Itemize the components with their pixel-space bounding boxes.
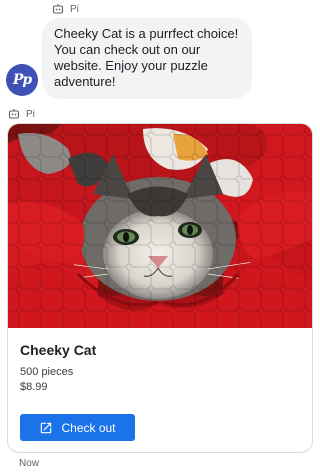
message-text: Cheeky Cat is a purrfect choice! You can… bbox=[54, 26, 239, 89]
message-timestamp: Now bbox=[19, 458, 40, 469]
product-title: Cheeky Cat bbox=[20, 342, 97, 358]
sender-name: Pi bbox=[26, 108, 35, 120]
check-out-label: Check out bbox=[61, 420, 116, 435]
product-pieces: 500 pieces bbox=[20, 366, 74, 378]
sender-name: Pi bbox=[70, 3, 79, 15]
message-sender-row: Pi bbox=[8, 108, 35, 120]
message-sender-row: Pi bbox=[52, 3, 79, 15]
avatar-initials: Pp bbox=[12, 72, 32, 88]
bot-icon bbox=[8, 109, 20, 119]
message-bubble: Cheeky Cat is a purrfect choice! You can… bbox=[42, 18, 252, 99]
product-card: Cheeky Cat 500 pieces $8.99 Check out bbox=[7, 123, 313, 453]
product-price: $8.99 bbox=[20, 381, 48, 393]
bot-icon bbox=[52, 4, 64, 14]
open-in-new-icon bbox=[41, 422, 52, 433]
avatar: Pp bbox=[6, 64, 38, 96]
check-out-button[interactable]: Check out bbox=[20, 414, 135, 441]
cat-puzzle-image bbox=[8, 124, 312, 328]
